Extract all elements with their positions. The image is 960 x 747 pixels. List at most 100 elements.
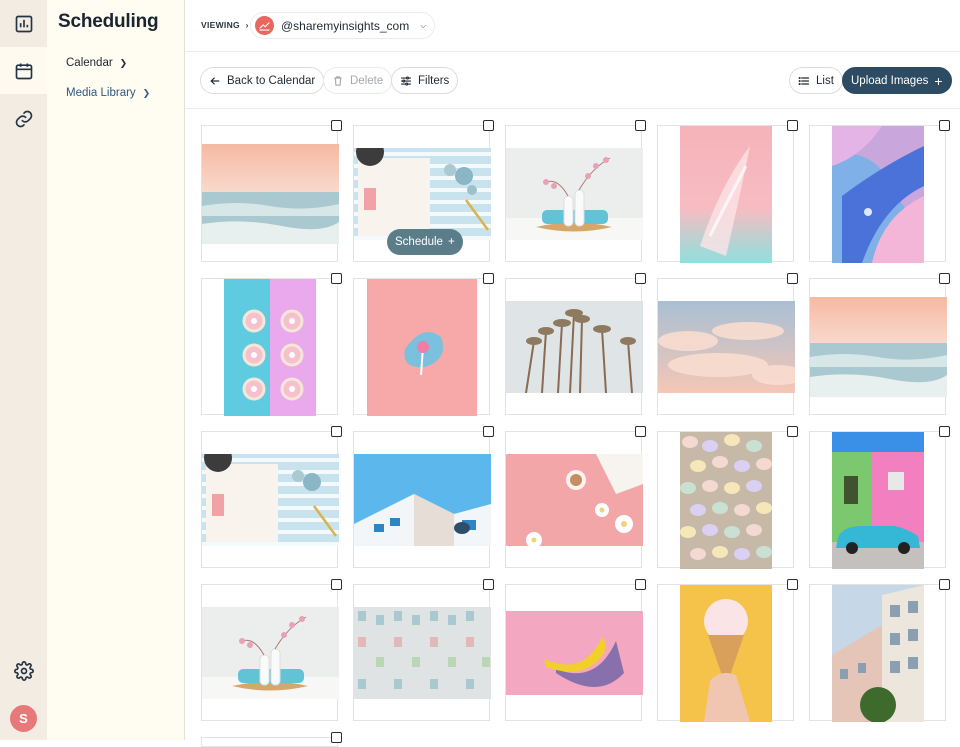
media-thumbnail: [202, 607, 339, 699]
select-checkbox[interactable]: [939, 120, 950, 131]
chevron-right-icon: ❯: [142, 87, 151, 98]
media-thumbnail: [506, 611, 643, 695]
settings-nav-button[interactable]: [0, 647, 47, 694]
media-tile[interactable]: [201, 431, 339, 568]
media-thumbnail: [506, 454, 643, 546]
select-checkbox[interactable]: [635, 579, 646, 590]
select-checkbox[interactable]: [331, 732, 342, 743]
media-tile[interactable]: [657, 584, 794, 722]
media-tile[interactable]: [201, 737, 338, 747]
select-checkbox[interactable]: [331, 579, 342, 590]
account-logo-icon: [255, 16, 274, 35]
links-nav-button[interactable]: [0, 95, 47, 142]
media-toolbar: Back to Calendar Delete Filters List Upl…: [186, 52, 960, 109]
media-thumbnail: [506, 301, 643, 393]
media-thumbnail: [680, 432, 772, 569]
select-checkbox[interactable]: [787, 120, 798, 131]
media-thumbnail: [367, 279, 477, 416]
media-thumbnail: [658, 301, 795, 393]
media-tile[interactable]: [505, 125, 643, 262]
arrow-left-icon: [210, 76, 220, 85]
media-tile[interactable]: [657, 125, 794, 263]
upload-label: Upload Images: [851, 74, 929, 87]
delete-label: Delete: [350, 74, 384, 87]
link-icon: [15, 110, 32, 127]
select-checkbox[interactable]: [939, 273, 950, 284]
media-tile[interactable]: [809, 431, 946, 569]
viewing-separator: ›: [245, 20, 249, 30]
media-tile[interactable]: [505, 431, 643, 568]
media-tile[interactable]: [201, 125, 339, 262]
upload-images-button[interactable]: Upload Images +: [842, 67, 952, 94]
media-tile[interactable]: [201, 584, 339, 721]
media-tile[interactable]: [201, 278, 338, 416]
media-tile[interactable]: [353, 278, 490, 416]
select-checkbox[interactable]: [787, 426, 798, 437]
viewing-text: VIEWING: [201, 20, 240, 30]
select-checkbox[interactable]: [939, 426, 950, 437]
back-to-calendar-button[interactable]: Back to Calendar: [200, 67, 325, 94]
list-label: List: [816, 74, 834, 87]
media-tile[interactable]: [353, 584, 491, 721]
select-checkbox[interactable]: [331, 426, 342, 437]
select-checkbox[interactable]: [635, 426, 646, 437]
chevron-down-icon: ⌵: [420, 20, 427, 30]
analytics-nav-button[interactable]: [0, 0, 47, 47]
media-tile[interactable]: [353, 431, 491, 568]
schedule-label: Schedule: [395, 236, 443, 248]
calendar-icon: [15, 63, 32, 79]
media-tile[interactable]: [809, 278, 947, 415]
sliders-icon: [400, 75, 412, 86]
select-checkbox[interactable]: [483, 120, 494, 131]
media-thumbnail: [832, 585, 924, 722]
chevron-right-icon: ❯: [119, 57, 128, 68]
media-tile[interactable]: [809, 584, 946, 722]
select-checkbox[interactable]: [787, 273, 798, 284]
media-thumbnail: [680, 585, 772, 722]
subnav-item-calendar[interactable]: Calendar ❯: [66, 57, 127, 69]
account-switcher[interactable]: @sharemyinsights_com ⌵: [250, 12, 436, 39]
gear-icon: [13, 660, 34, 681]
select-checkbox[interactable]: [331, 120, 342, 131]
select-checkbox[interactable]: [635, 120, 646, 131]
media-tile[interactable]: [505, 278, 643, 415]
filters-label: Filters: [418, 74, 450, 87]
subnav-item-label: Calendar: [66, 57, 113, 69]
select-checkbox[interactable]: [483, 579, 494, 590]
bar-chart-icon: [15, 15, 32, 32]
select-checkbox[interactable]: [483, 273, 494, 284]
account-name: @sharemyinsights_com: [281, 18, 410, 33]
filters-button[interactable]: Filters: [391, 67, 459, 94]
media-thumbnail: [202, 454, 339, 546]
media-tile[interactable]: [809, 125, 946, 263]
user-avatar[interactable]: S: [10, 705, 37, 732]
list-view-button[interactable]: List: [789, 67, 843, 94]
media-thumbnail: [224, 279, 316, 416]
media-thumbnail: [202, 144, 339, 244]
media-thumbnail: [354, 148, 491, 240]
list-icon: [798, 76, 810, 85]
select-checkbox[interactable]: [331, 273, 342, 284]
section-sidebar: Scheduling Calendar ❯ Media Library ❯: [47, 0, 185, 740]
media-tile[interactable]: [657, 278, 795, 415]
subnav-item-media-library[interactable]: Media Library ❯: [66, 87, 150, 99]
media-tile[interactable]: [657, 431, 794, 569]
media-thumbnail: [810, 297, 947, 397]
media-thumbnail: [354, 607, 491, 699]
scheduling-nav-button[interactable]: [0, 47, 47, 94]
subnav-item-label: Media Library: [66, 87, 136, 99]
back-label: Back to Calendar: [227, 74, 316, 87]
top-bar: VIEWING › @sharemyinsights_com ⌵: [186, 0, 960, 52]
select-checkbox[interactable]: [483, 426, 494, 437]
schedule-button[interactable]: Schedule +: [387, 229, 463, 255]
media-tile[interactable]: Schedule +: [353, 125, 491, 262]
select-checkbox[interactable]: [787, 579, 798, 590]
select-checkbox[interactable]: [635, 273, 646, 284]
media-tile[interactable]: [505, 584, 643, 721]
plus-icon: +: [447, 236, 455, 248]
select-checkbox[interactable]: [939, 579, 950, 590]
delete-button[interactable]: Delete: [323, 67, 393, 94]
viewing-label: VIEWING ›: [201, 20, 249, 30]
icon-rail: S: [0, 0, 47, 740]
media-thumbnail: [354, 454, 491, 546]
